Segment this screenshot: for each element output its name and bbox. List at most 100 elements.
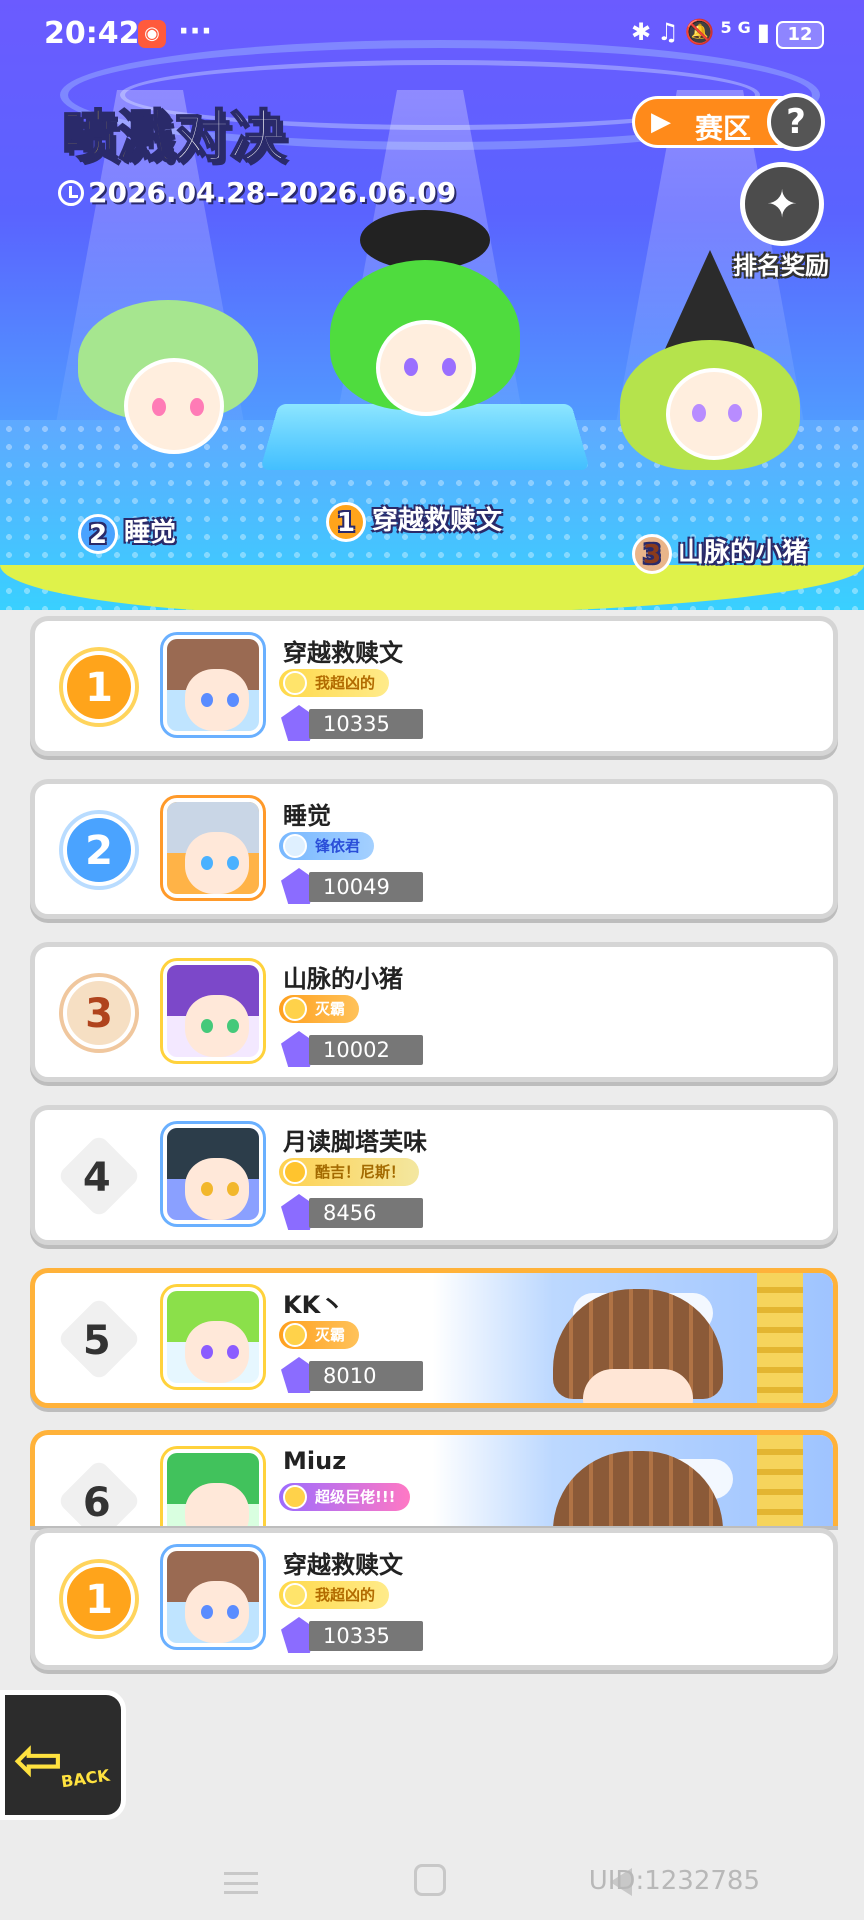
trophy-icon — [283, 1160, 307, 1184]
help-button[interactable]: ? — [767, 93, 825, 151]
title-badge: 超级巨佬!!! — [279, 1483, 410, 1511]
score-value: 8456 — [309, 1198, 423, 1228]
title-badge-text: 锋依君 — [315, 837, 361, 855]
player-name: 穿越救赎文 — [283, 639, 403, 667]
rank-4-badge: 4 — [56, 1133, 142, 1219]
badge-emblem-icon — [283, 997, 307, 1021]
date-range-text: 2026.04.28–2026.06.09 — [88, 176, 457, 209]
rank-number: 5 — [82, 1318, 111, 1365]
title-badge: 我超凶的 — [279, 669, 390, 697]
recent-apps-icon[interactable] — [224, 1872, 258, 1894]
ranking-reward-button[interactable]: ✦ 排名奖励 — [716, 162, 846, 282]
podium-name: 山脉的小猪 — [678, 538, 809, 568]
title-badge: 灭霸 — [279, 995, 360, 1023]
earbuds-icon: ♫ — [657, 18, 685, 46]
podium-name: 睡觉 — [124, 518, 177, 548]
podium-label-1[interactable]: 1 穿越救赎文 — [326, 500, 502, 542]
title-badge-text: 我超凶的 — [315, 674, 376, 692]
podium-name: 穿越救赎文 — [372, 506, 503, 536]
score-value: 10335 — [309, 709, 423, 739]
title-badge: 锋依君 — [279, 832, 375, 860]
score-value: 10335 — [309, 1621, 423, 1651]
avatar[interactable] — [163, 961, 263, 1061]
title-badge-text: 酷吉！尼斯！ — [315, 1163, 406, 1181]
avatar[interactable] — [163, 1287, 263, 1387]
ranking-row[interactable]: 1 穿越救赎文 我超凶的 10335 — [30, 616, 838, 756]
title-badge: 灭霸 — [279, 1321, 360, 1349]
back-button[interactable]: ⇦ BACK — [0, 1690, 126, 1820]
blaster-icon: ▶ — [651, 107, 671, 137]
bluetooth-icon: ✱ — [631, 18, 658, 46]
status-bar: 20:42 ◉ ··· ✱♫🔕5G▮ 12 — [0, 0, 864, 70]
avatar[interactable] — [163, 1449, 263, 1526]
rank-number: 4 — [82, 1155, 111, 1202]
player-name: KK丶 — [283, 1291, 345, 1319]
badge-emblem-icon — [283, 671, 307, 695]
system-icons: ✱♫🔕5G▮ 12 — [631, 18, 824, 49]
rank-number: 6 — [82, 1480, 111, 1526]
title-badge-text: 我超凶的 — [315, 1586, 376, 1604]
badge-emblem-icon — [283, 1323, 307, 1347]
ranking-reward-label: 排名奖励 — [733, 252, 829, 280]
rank-5-badge: 5 — [56, 1296, 142, 1382]
score-value: 10002 — [309, 1035, 423, 1065]
back-label: BACK — [59, 1765, 111, 1792]
avatar[interactable] — [163, 1547, 263, 1647]
card-background-art — [433, 1273, 833, 1403]
avatar[interactable] — [163, 1124, 263, 1224]
player-name: 月读脚塔芙味 — [283, 1128, 427, 1156]
my-ranking-row[interactable]: 1 穿越救赎文 我超凶的 10335 — [30, 1528, 838, 1670]
score-value: 8010 — [309, 1361, 423, 1391]
page-title: 喷溅对决 — [61, 92, 287, 173]
badge-emblem-icon — [283, 1583, 307, 1607]
podium-character-1[interactable] — [320, 210, 530, 440]
back-arrow-icon: ⇦ — [13, 1725, 64, 1795]
podium-label-3[interactable]: 3 山脉的小猪 — [632, 532, 808, 574]
user-id: UID:1232785 — [588, 1866, 760, 1896]
season-date-range: 2026.04.28–2026.06.09 — [58, 176, 456, 209]
badge-emblem-icon — [283, 834, 307, 858]
player-name: 睡觉 — [283, 802, 331, 830]
title-badge-text: 灭霸 — [315, 1000, 346, 1018]
rank-6-badge: 6 — [56, 1458, 142, 1526]
title-badge: 酷吉！尼斯！ — [279, 1158, 420, 1186]
podium-character-3[interactable] — [600, 250, 820, 480]
rank-3-icon: 3 — [632, 533, 672, 574]
podium-label-2[interactable]: 2 睡觉 — [78, 512, 176, 554]
rank-1-badge: 1 — [63, 1563, 135, 1635]
title-badge-text: 超级巨佬!!! — [315, 1488, 396, 1506]
mute-icon: 🔕 — [684, 18, 721, 46]
region-button[interactable]: ▶ 赛区 ? — [632, 93, 825, 151]
avatar[interactable] — [163, 798, 263, 898]
app-notification-icon: ◉ — [138, 20, 166, 48]
ranking-row[interactable]: 2 睡觉 锋依君 10049 — [30, 779, 838, 919]
title-badge: 我超凶的 — [279, 1581, 390, 1609]
title-badge-text: 灭霸 — [315, 1326, 346, 1344]
clock-icon — [58, 180, 84, 206]
network-label: 5G — [720, 18, 757, 37]
rank-2-icon: 2 — [78, 513, 118, 554]
podium-character-2[interactable] — [78, 300, 268, 470]
title-part-a: 喷溅 — [61, 104, 175, 171]
ranking-row[interactable]: 3 山脉的小猪 灭霸 10002 — [30, 942, 838, 1082]
region-label: 赛区 — [695, 112, 752, 145]
ranking-row[interactable]: 4 月读脚塔芙味 酷吉！尼斯！ 8456 — [30, 1105, 838, 1245]
rank-3-badge: 3 — [63, 977, 135, 1049]
player-name: 山脉的小猪 — [283, 965, 403, 993]
rank-1-icon: 1 — [326, 501, 366, 542]
title-part-b: 对决 — [173, 104, 287, 171]
signal-icon: ▮ — [756, 18, 776, 46]
rank-1-badge: 1 — [63, 651, 135, 723]
status-time: 20:42 — [44, 16, 140, 51]
more-notifications-icon: ··· — [178, 14, 213, 49]
score-value: 10049 — [309, 872, 423, 902]
card-background-art — [433, 1435, 833, 1526]
home-icon[interactable] — [414, 1864, 446, 1896]
ranking-row[interactable]: 5 KK丶 灭霸 8010 — [30, 1268, 838, 1408]
ranking-row[interactable]: 6 Miuz 超级巨佬!!! — [30, 1430, 838, 1526]
player-name: Miuz — [283, 1447, 347, 1475]
battery-indicator: 12 — [776, 21, 824, 49]
rank-2-badge: 2 — [63, 814, 135, 886]
reward-box-icon: ✦ — [740, 162, 824, 246]
avatar[interactable] — [163, 635, 263, 735]
